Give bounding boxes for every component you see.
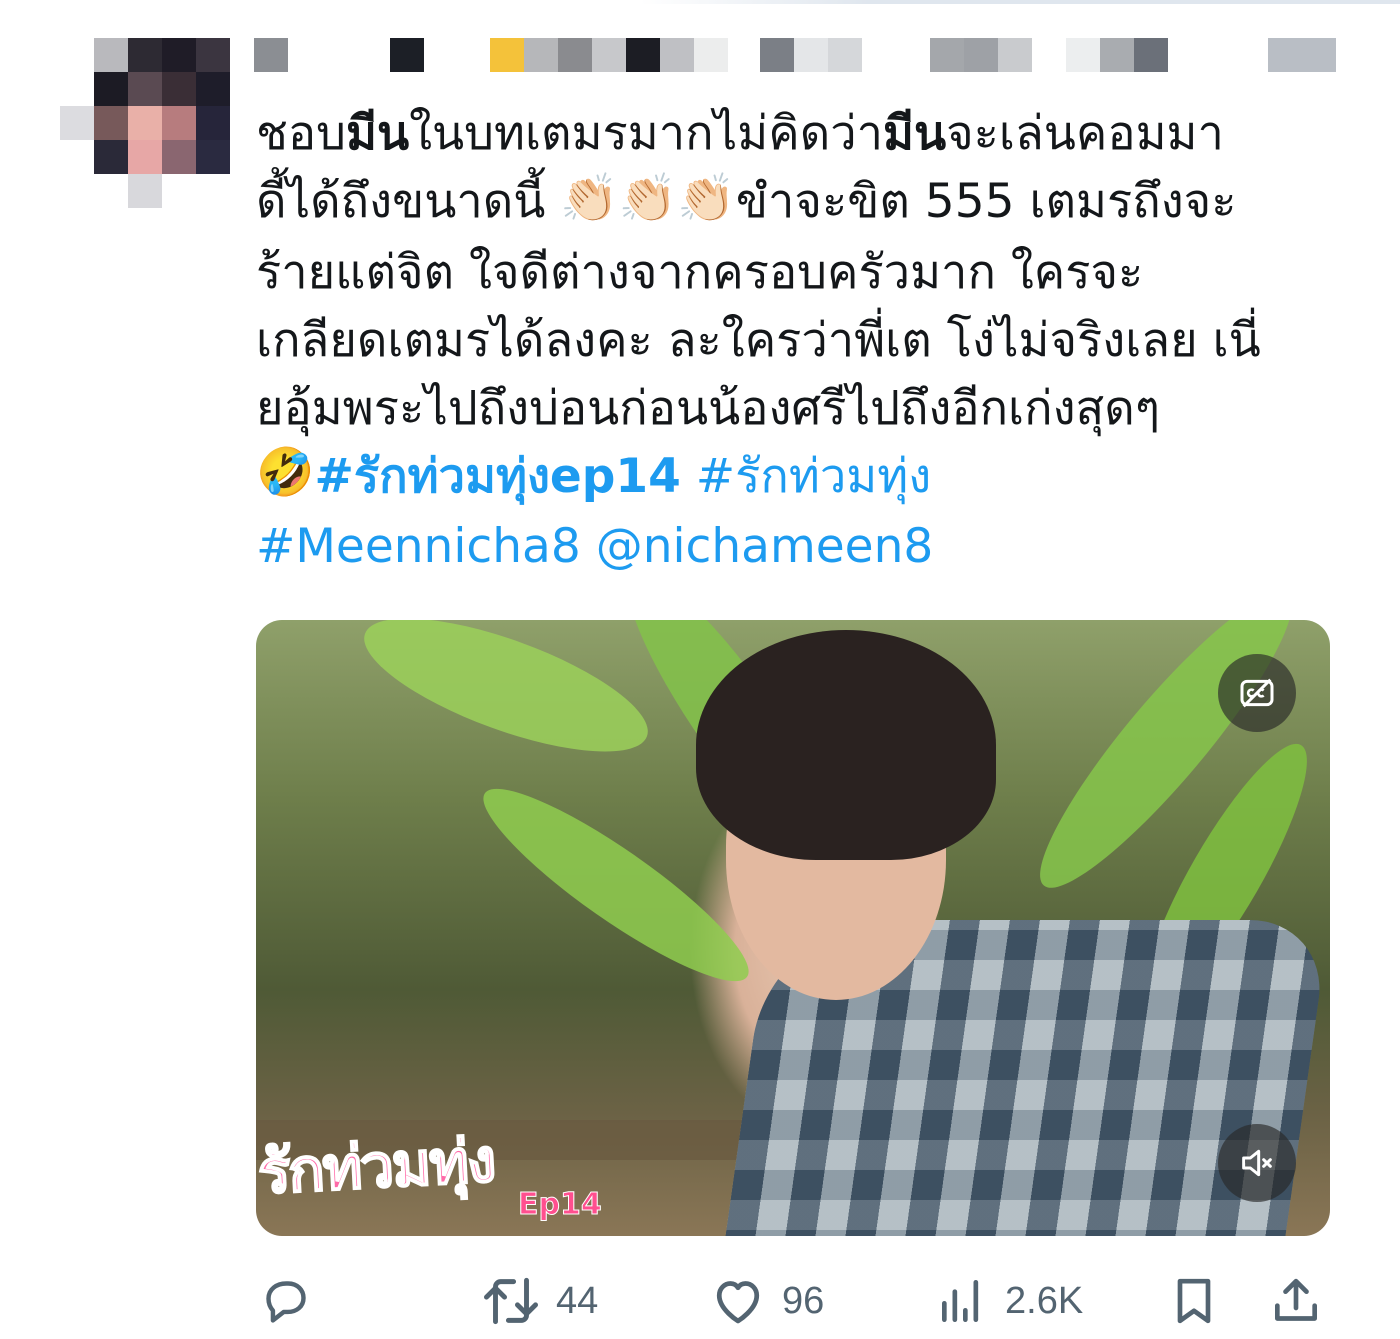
retweet-icon	[484, 1277, 538, 1325]
tweet-action-bar: 44 96 2.6K	[0, 1266, 1400, 1336]
tweet-text-span: ดี้ได้ถึงขนาดนี้	[256, 174, 561, 229]
tweet-text-span: ขำจะขิต 555 เตมรถึงจะ	[735, 174, 1237, 229]
tweet-text-line: เกลียดเตมรได้ลงคะ ละใครว่าพี่เต โง่ไม่จร…	[256, 307, 1346, 375]
tweet-text-bold: มีน	[345, 106, 410, 161]
tweet-text-span: ยอุ้มพระไปถึงบ่อนก่อนน้องศรีไปถึงอีกเก่ง…	[256, 380, 1160, 436]
video-show-logo: รักท่วมทุ่ง	[256, 1125, 497, 1209]
tweet-text-bold: มีน	[883, 106, 947, 161]
reply-icon	[266, 1281, 306, 1323]
avatar[interactable]	[60, 38, 230, 208]
hashtag-link[interactable]: #รักท่วมทุ่งep14	[315, 449, 681, 504]
bookmark-icon	[1177, 1278, 1211, 1324]
views-button[interactable]: 2.6K	[935, 1266, 1083, 1336]
rolling-laughing-emoji: 🤣	[256, 445, 315, 500]
views-icon	[942, 1280, 979, 1322]
tweet-text: ชอบมีนในบทเตมรมากไม่คิดว่ามีนจะเล่นคอมมา…	[256, 100, 1346, 581]
like-button[interactable]: 96	[708, 1266, 824, 1336]
retweet-button[interactable]: 44	[480, 1266, 598, 1336]
bookmark-button[interactable]	[1166, 1266, 1222, 1336]
video-player[interactable]: รักท่วมทุ่ง Ep14	[256, 620, 1330, 1236]
top-divider	[640, 0, 1400, 4]
tweet-text-line: ชอบมีนในบทเตมรมากไม่คิดว่ามีนจะเล่นคอมมา	[256, 100, 1346, 168]
share-button[interactable]	[1268, 1266, 1324, 1336]
tweet-text-span: จะเล่นคอมมา	[946, 106, 1224, 161]
mention-link[interactable]: @nichameen8	[596, 519, 934, 574]
tweet-text-line: 🤣#รักท่วมทุ่งep14 #รักท่วมทุ่ง	[256, 443, 1346, 514]
reply-button[interactable]	[258, 1266, 314, 1336]
tweet-text-span: เกลียดเตมรได้ลงคะ ละใครว่าพี่เต โง่ไม่จร…	[256, 312, 1261, 368]
like-count: 96	[782, 1279, 825, 1322]
hashtag-link[interactable]: #รักท่วมทุ่ง	[696, 449, 931, 504]
views-count: 2.6K	[1005, 1279, 1084, 1322]
hashtag-link[interactable]: #Meennicha8	[256, 519, 581, 574]
heart-icon	[716, 1281, 760, 1324]
captions-off-icon	[1240, 678, 1274, 708]
tweet-text-span	[581, 519, 596, 574]
mute-button[interactable]	[1218, 1124, 1296, 1202]
tweet-text-line: ร้ายแต่จิต ใจดีต่างจากครอบครัวมาก ใครจะ	[256, 239, 1346, 307]
tweet-text-span: ชอบ	[256, 106, 346, 161]
share-icon	[1275, 1278, 1317, 1321]
video-episode-label: Ep14	[518, 1187, 603, 1223]
tweet-text-line: #Meennicha8 @nichameen8	[256, 513, 1346, 581]
tweet-text-line: ดี้ได้ถึงขนาดนี้ 👏🏻👏🏻👏🏻ขำจะขิต 555 เตมรถ…	[256, 168, 1346, 239]
tweet-text-span: ร้ายแต่จิต ใจดีต่างจากครอบครัวมาก ใครจะ	[256, 244, 1144, 300]
tweet-text-span: ในบทเตมรมากไม่คิดว่า	[409, 106, 883, 161]
captions-button[interactable]	[1218, 654, 1296, 732]
retweet-count: 44	[556, 1279, 599, 1322]
tweet-text-line: ยอุ้มพระไปถึงบ่อนก่อนน้องศรีไปถึงอีกเก่ง…	[256, 375, 1346, 443]
speaker-muted-icon	[1242, 1149, 1272, 1177]
tweet-text-span	[681, 449, 696, 504]
clapping-hands-emoji: 👏🏻👏🏻👏🏻	[560, 170, 736, 226]
